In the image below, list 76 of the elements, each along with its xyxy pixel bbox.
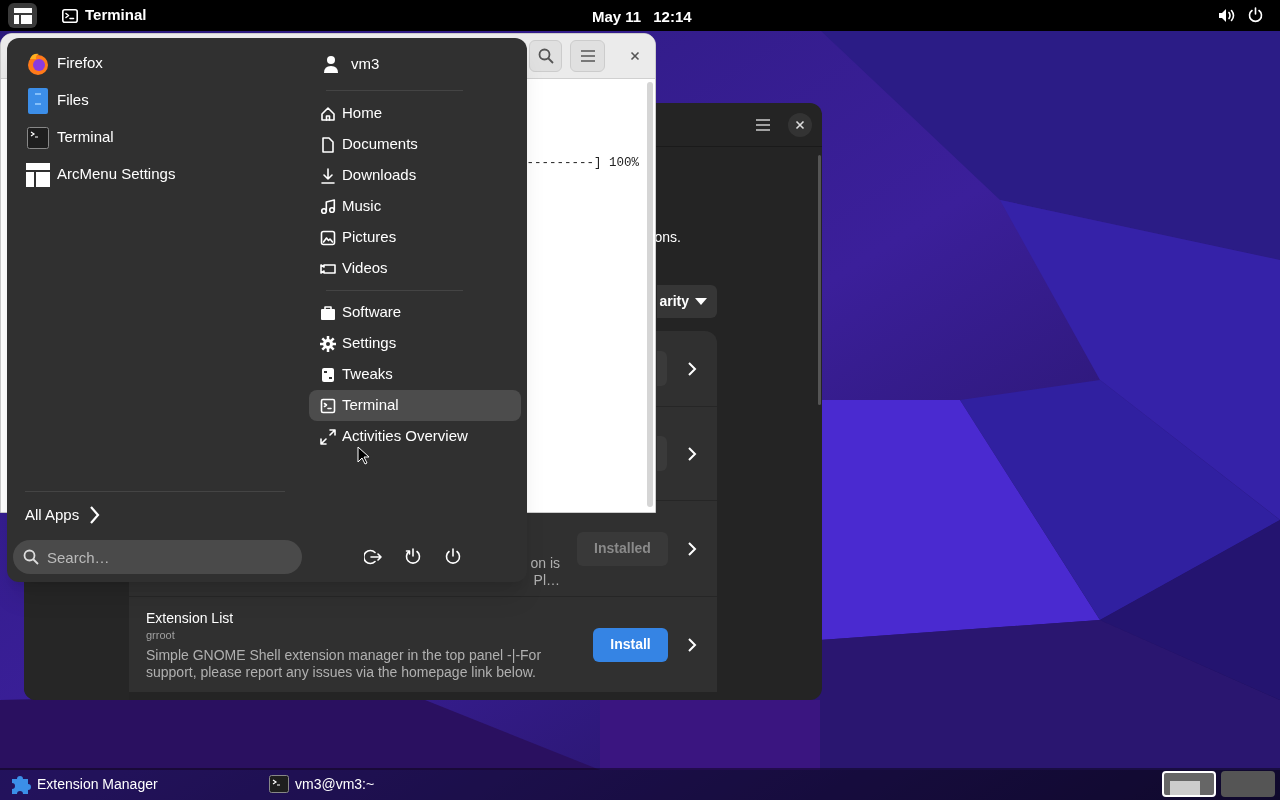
download-icon	[320, 167, 336, 184]
description-fragment: Pl…	[533, 571, 560, 589]
terminal-icon	[26, 126, 49, 149]
menu-item[interactable]: Terminal	[309, 390, 521, 421]
globe-fox-icon	[25, 51, 50, 76]
extension-description: Simple GNOME Shell extension manager in the top panel -|-For support, please report any issues via the homepage link below.	[146, 646, 543, 681]
menu-item[interactable]: Software	[309, 297, 521, 328]
menu-item[interactable]: Activities Overview	[309, 421, 521, 452]
install-button[interactable]: Install	[593, 627, 668, 662]
app-list-item[interactable]: Firefox	[13, 45, 309, 82]
menu-item[interactable]: Pictures	[309, 222, 521, 253]
document-icon	[320, 136, 336, 153]
active-app-label[interactable]: Terminal	[85, 4, 147, 27]
taskbar-item[interactable]: vm3@vm3:~	[269, 773, 375, 795]
caret-icon	[695, 298, 707, 305]
chevron-right-icon[interactable]	[687, 360, 697, 377]
terminal-icon	[320, 397, 336, 414]
layout-icon	[25, 162, 50, 187]
menu-item[interactable]: Settings	[309, 328, 521, 359]
layout-icon	[13, 7, 32, 24]
menu-item[interactable]: Videos	[309, 253, 521, 284]
menu-item[interactable]: Documents	[309, 129, 521, 160]
chevron-right-icon[interactable]	[687, 636, 697, 653]
puzzle-piece-icon	[9, 773, 31, 795]
restart-icon[interactable]	[404, 548, 422, 566]
terminal-icon	[269, 775, 289, 793]
expand-arrows-icon	[320, 428, 336, 445]
image-icon	[320, 229, 336, 246]
mouse-pointer-icon	[357, 446, 369, 465]
menu-icon	[579, 50, 596, 62]
taskbar-item[interactable]: Extension Manager	[9, 773, 269, 795]
sort-dropdown[interactable]: arity	[657, 285, 717, 318]
music-note-icon	[320, 198, 336, 215]
app-list-item[interactable]: Files	[13, 82, 309, 119]
gear-icon	[320, 335, 336, 352]
menu-item[interactable]: Tweaks	[309, 359, 521, 390]
extension-author: grroot	[146, 627, 176, 643]
menu-item[interactable]: Downloads	[309, 160, 521, 191]
log-out-icon[interactable]	[364, 548, 382, 566]
scrollbar[interactable]	[647, 82, 653, 507]
app-list-item[interactable]: Terminal	[13, 119, 309, 156]
workspace-thumbnail[interactable]	[1221, 771, 1275, 797]
search-icon	[23, 549, 39, 565]
search-icon	[537, 48, 554, 64]
terminal-output-line: ---------] 100%	[526, 155, 639, 172]
workspace-thumbnail[interactable]	[1162, 771, 1216, 797]
user-icon	[323, 55, 339, 73]
close-button[interactable]	[788, 112, 812, 137]
all-apps-button[interactable]: All Apps	[25, 502, 302, 528]
clock-time[interactable]: 12:14	[653, 6, 692, 29]
description-fragment: on is	[530, 554, 560, 572]
close-icon	[795, 119, 805, 130]
user-button[interactable]: vm3	[309, 45, 521, 83]
app-menu-button[interactable]	[8, 3, 37, 28]
menu-item[interactable]: Music	[309, 191, 521, 222]
terminal-icon[interactable]	[62, 8, 78, 23]
menu-icon[interactable]	[755, 117, 771, 132]
chevron-right-icon[interactable]	[687, 445, 697, 462]
search-button[interactable]	[529, 40, 562, 72]
shopping-bag-icon	[320, 304, 336, 321]
power-icon[interactable]	[1248, 7, 1263, 23]
menu-item[interactable]: Home	[309, 98, 521, 129]
chevron-right-icon	[89, 505, 101, 525]
tweaks-icon	[320, 366, 336, 383]
home-icon	[320, 105, 336, 122]
menu-button[interactable]	[570, 40, 605, 72]
power-icon[interactable]	[444, 548, 462, 566]
scrollbar[interactable]	[818, 155, 821, 405]
app-list-item[interactable]: ArcMenu Settings	[13, 156, 309, 193]
chevron-right-icon[interactable]	[687, 540, 697, 557]
clock-date[interactable]: May 11	[592, 6, 642, 29]
volume-icon[interactable]	[1218, 8, 1235, 23]
file-cabinet-icon	[27, 87, 48, 114]
close-icon[interactable]	[630, 51, 640, 61]
extension-name: Extension List	[146, 608, 235, 627]
search-field[interactable]: Search…	[13, 540, 302, 574]
